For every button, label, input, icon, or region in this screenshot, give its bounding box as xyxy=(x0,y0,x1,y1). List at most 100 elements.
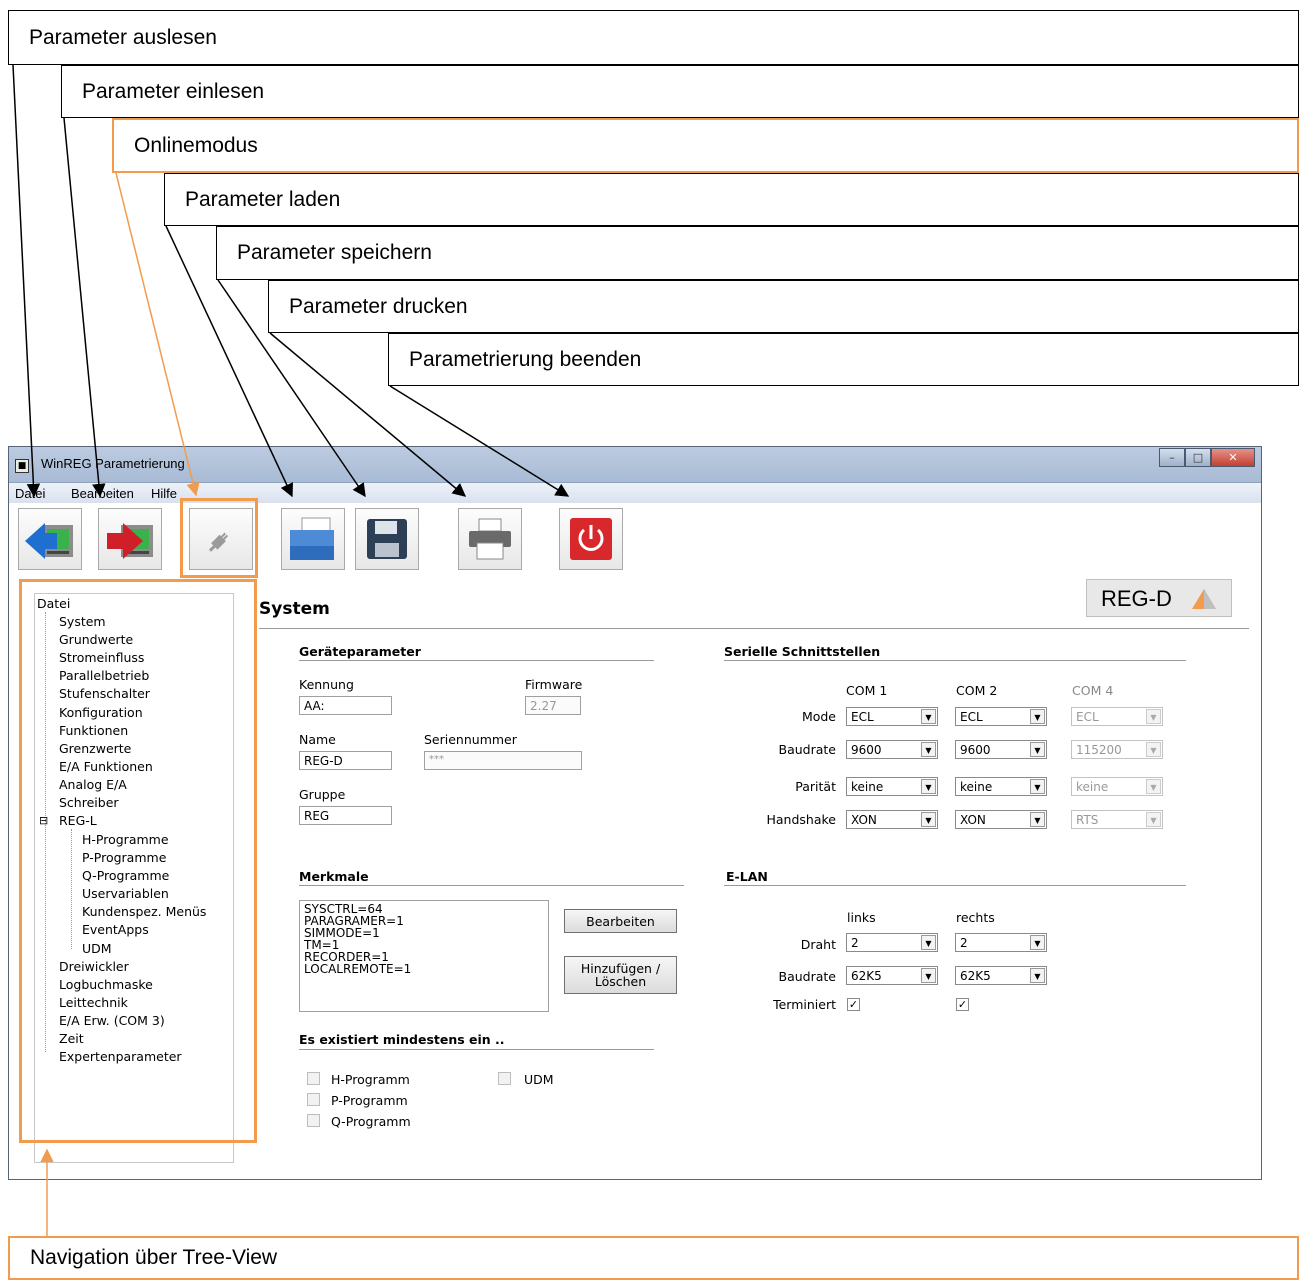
chevron-down-icon: ▼ xyxy=(1146,742,1161,757)
chevron-down-icon: ▼ xyxy=(921,742,936,757)
save-params-button[interactable] xyxy=(355,508,419,570)
logo-text: REG-D xyxy=(1101,586,1172,611)
feature-line: LOCALREMOTE=1 xyxy=(304,962,412,976)
elan-baud-right-select[interactable]: 62K5 ▼ xyxy=(955,966,1047,985)
reg-d-logo: REG-D xyxy=(1086,579,1232,617)
com4-handshake-select: RTS ▼ xyxy=(1071,810,1163,829)
label-firmware: Firmware xyxy=(525,677,583,692)
kennung-field[interactable]: AA: xyxy=(299,696,392,715)
app-icon: ■ xyxy=(15,459,29,473)
elan-term-right-checkbox[interactable]: ✓ xyxy=(956,998,969,1011)
exit-params-button[interactable] xyxy=(559,508,623,570)
q-program-checkbox xyxy=(307,1114,320,1127)
callout-text: Onlinemodus xyxy=(134,133,258,157)
chevron-down-icon: ▼ xyxy=(921,709,936,724)
select-value: RTS xyxy=(1076,813,1099,827)
label-elan-baud: Baudrate xyxy=(778,969,836,984)
com4-mode-select: ECL ▼ xyxy=(1071,707,1163,726)
p-program-checkbox xyxy=(307,1093,320,1106)
label-baudrate: Baudrate xyxy=(778,742,836,757)
com1-parity-select[interactable]: keine ▼ xyxy=(846,777,938,796)
col-com1: COM 1 xyxy=(846,683,888,698)
feature-line: SIMMODE=1 xyxy=(304,926,380,940)
com4-baud-select: 115200 ▼ xyxy=(1071,740,1163,759)
chevron-down-icon: ▼ xyxy=(1146,779,1161,794)
write-params-button[interactable] xyxy=(98,508,162,570)
select-value: XON xyxy=(960,813,986,827)
elan-wire-right-select[interactable]: 2 ▼ xyxy=(955,933,1047,952)
callout-text: Navigation über Tree-View xyxy=(30,1246,278,1269)
chevron-down-icon: ▼ xyxy=(921,968,936,983)
menu-edit[interactable]: Bearbeiten xyxy=(71,486,134,501)
section-exists: Es existiert mindestens ein .. xyxy=(299,1032,505,1047)
label-group: Gruppe xyxy=(299,787,346,802)
label-wire: Draht xyxy=(800,937,836,952)
elan-term-left-checkbox[interactable]: ✓ xyxy=(847,998,860,1011)
com1-mode-select[interactable]: ECL ▼ xyxy=(846,707,938,726)
elan-baud-left-select[interactable]: 62K5 ▼ xyxy=(846,966,938,985)
col-com4: COM 4 xyxy=(1072,683,1114,698)
callout-save-params: Parameter speichern xyxy=(216,226,1299,280)
chevron-down-icon: ▼ xyxy=(1030,709,1045,724)
com1-baud-select[interactable]: 9600 ▼ xyxy=(846,740,938,759)
chevron-down-icon: ▼ xyxy=(1030,779,1045,794)
section-device-params: Geräteparameter xyxy=(299,644,421,659)
select-value: 62K5 xyxy=(851,969,882,983)
select-value: 62K5 xyxy=(960,969,991,983)
divider xyxy=(299,1049,654,1050)
chevron-down-icon: ▼ xyxy=(1030,935,1045,950)
name-field[interactable]: REG-D xyxy=(299,751,392,770)
button-line: Löschen xyxy=(594,974,647,989)
arrow-read-params xyxy=(12,64,41,498)
window-title: WinREG Parametrierung xyxy=(41,456,185,471)
callout-print-params: Parameter drucken xyxy=(268,280,1299,333)
print-params-button[interactable] xyxy=(458,508,522,570)
label-kennung: Kennung xyxy=(299,677,354,692)
firmware-field: 2.27 xyxy=(525,696,581,715)
group-field[interactable]: REG xyxy=(299,806,392,825)
label-udm: UDM xyxy=(524,1072,554,1087)
menu-help[interactable]: Hilfe xyxy=(151,486,177,501)
label-serial: Seriennummer xyxy=(424,732,517,747)
divider xyxy=(724,660,1186,661)
add-delete-features-button[interactable]: Hinzufügen / Löschen xyxy=(564,956,677,994)
select-value: ECL xyxy=(1076,710,1099,724)
label-parity: Parität xyxy=(795,779,836,794)
callout-text: Parameter laden xyxy=(185,187,341,211)
label-p-program: P-Programm xyxy=(331,1093,408,1108)
callout-read-params: Parameter auslesen xyxy=(8,10,1299,65)
callout-online-mode: Onlinemodus xyxy=(112,118,1299,173)
chevron-down-icon: ▼ xyxy=(921,935,936,950)
callout-exit-params: Parametrierung beenden xyxy=(388,333,1299,386)
com2-mode-select[interactable]: ECL ▼ xyxy=(955,707,1047,726)
load-params-button[interactable] xyxy=(281,508,345,570)
close-icon[interactable]: ✕ xyxy=(1211,448,1255,467)
features-memo[interactable]: SYSCTRL=64 PARAGRAMER=1 SIMMODE=1 TM=1 R… xyxy=(299,900,549,1012)
read-params-button[interactable] xyxy=(18,508,82,570)
callout-text: Parametrierung beenden xyxy=(409,347,642,371)
com2-handshake-select[interactable]: XON ▼ xyxy=(955,810,1047,829)
chevron-down-icon: ▼ xyxy=(1030,812,1045,827)
folder-icon xyxy=(290,517,334,560)
section-elan: E-LAN xyxy=(726,869,768,884)
select-value: ECL xyxy=(960,710,983,724)
elan-wire-left-select[interactable]: 2 ▼ xyxy=(846,933,938,952)
window-controls: – □ ✕ xyxy=(1159,448,1255,467)
highlight-tree-view xyxy=(19,579,257,1143)
com2-parity-select[interactable]: keine ▼ xyxy=(955,777,1047,796)
select-value: keine xyxy=(851,780,884,794)
h-program-checkbox xyxy=(307,1072,320,1085)
maximize-icon[interactable]: □ xyxy=(1185,448,1211,467)
label-right: rechts xyxy=(956,910,995,925)
edit-features-button[interactable]: Bearbeiten xyxy=(564,909,677,933)
printer-icon xyxy=(469,518,511,560)
minimize-icon[interactable]: – xyxy=(1159,448,1185,467)
menu-file[interactable]: Datei xyxy=(15,486,45,501)
select-value: ECL xyxy=(851,710,874,724)
com1-handshake-select[interactable]: XON ▼ xyxy=(846,810,938,829)
udm-checkbox xyxy=(498,1072,511,1085)
com2-baud-select[interactable]: 9600 ▼ xyxy=(955,740,1047,759)
select-value: 9600 xyxy=(851,743,882,757)
select-value: XON xyxy=(851,813,877,827)
callout-text: Parameter drucken xyxy=(289,294,468,318)
